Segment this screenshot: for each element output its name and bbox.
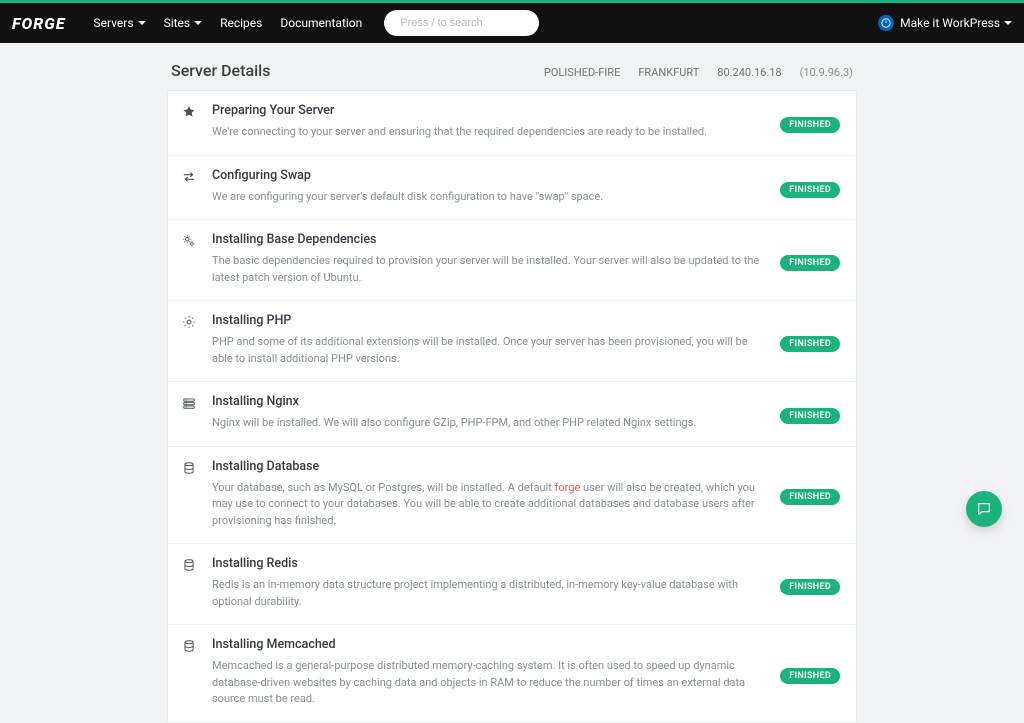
nav-documentation-label: Documentation [280, 16, 362, 30]
step-description: PHP and some of its additional extension… [212, 334, 770, 367]
provisioning-step: Installing Nginx Nginx will be installed.… [168, 381, 856, 446]
page-header: Server Details POLISHED-FIRE FRANKFURT 8… [167, 61, 857, 90]
step-description: Redis is an in-memory data structure pro… [212, 577, 770, 610]
step-title: Installing Nginx [212, 394, 770, 409]
status-badge: FINISHED [780, 408, 840, 424]
step-description: We are configuring your server's default… [212, 189, 770, 206]
step-status: FINISHED [780, 403, 840, 422]
step-title: Configuring Swap [212, 168, 770, 183]
search-input[interactable] [400, 17, 542, 29]
step-status: FINISHED [780, 112, 840, 131]
provisioning-step: Preparing Your Server We're connecting to… [168, 91, 856, 155]
step-status: FINISHED [780, 484, 840, 503]
nav-servers[interactable]: Servers [94, 16, 146, 30]
nav-recipes[interactable]: Recipes [220, 16, 262, 30]
status-badge: FINISHED [780, 668, 840, 684]
brand-logo[interactable]: FORGE [12, 14, 66, 33]
user-menu[interactable]: Make it WorkPress [878, 15, 1012, 31]
nav-documentation[interactable]: Documentation [280, 16, 362, 30]
step-body: Installing Database Your database, such a… [212, 459, 780, 530]
step-description: Memcached is a general-purpose distribut… [212, 658, 770, 708]
user-menu-label: Make it WorkPress [900, 16, 1000, 30]
step-description: We're connecting to your server and ensu… [212, 124, 770, 141]
provisioning-step: Installing Database Your database, such a… [168, 446, 856, 544]
provisioning-step: Installing Base Dependencies The basic de… [168, 219, 856, 300]
nav-servers-label: Servers [94, 16, 134, 30]
database-icon [182, 637, 212, 657]
topbar: FORGE Servers Sites Recipes Documentatio… [0, 0, 1024, 43]
step-status: FINISHED [780, 663, 840, 682]
status-badge: FINISHED [780, 579, 840, 595]
provisioning-step: Installing Memcached Memcached is a gener… [168, 624, 856, 722]
step-body: Installing Nginx Nginx will be installed.… [212, 394, 780, 432]
server-private-ip: (10.9.96.3) [800, 66, 853, 79]
server-region: FRANKFURT [638, 66, 699, 79]
provisioning-steps: Preparing Your Server We're connecting to… [167, 90, 857, 723]
step-body: Configuring Swap We are configuring your … [212, 168, 780, 206]
provisioning-step: Installing PHP PHP and some of its additi… [168, 300, 856, 381]
database-icon [182, 556, 212, 576]
step-description: Your database, such as MySQL or Postgres… [212, 480, 770, 530]
chevron-down-icon [138, 21, 146, 25]
database-icon [182, 459, 212, 479]
nav-sites-label: Sites [164, 16, 191, 30]
gear-icon [182, 313, 212, 333]
step-title: Installing PHP [212, 313, 770, 328]
status-badge: FINISHED [780, 182, 840, 198]
chat-icon [976, 501, 992, 517]
server-ip: 80.240.16.18 [717, 66, 781, 79]
step-body: Installing Redis Redis is an in-memory da… [212, 556, 780, 610]
help-fab[interactable] [966, 491, 1002, 527]
status-badge: FINISHED [780, 255, 840, 271]
step-title: Preparing Your Server [212, 103, 770, 118]
step-description: Nginx will be installed. We will also co… [212, 415, 770, 432]
step-status: FINISHED [780, 331, 840, 350]
page-title: Server Details [171, 61, 270, 80]
status-badge: FINISHED [780, 336, 840, 352]
step-title: Installing Memcached [212, 637, 770, 652]
step-body: Installing Base Dependencies The basic de… [212, 232, 780, 286]
step-body: Preparing Your Server We're connecting to… [212, 103, 780, 141]
status-badge: FINISHED [780, 489, 840, 505]
step-status: FINISHED [780, 177, 840, 196]
step-body: Installing Memcached Memcached is a gener… [212, 637, 780, 708]
star-icon [182, 103, 212, 123]
provisioning-step: Configuring Swap We are configuring your … [168, 155, 856, 220]
server-name: POLISHED-FIRE [544, 66, 620, 79]
search-box[interactable] [384, 10, 539, 36]
step-title: Installing Redis [212, 556, 770, 571]
avatar [878, 15, 894, 31]
server-icon [182, 394, 212, 414]
chevron-down-icon [1004, 21, 1012, 25]
cogs-icon [182, 232, 212, 252]
nav-sites[interactable]: Sites [164, 16, 203, 30]
step-status: FINISHED [780, 250, 840, 269]
primary-nav: Servers Sites Recipes Documentation [94, 16, 363, 30]
step-title: Installing Base Dependencies [212, 232, 770, 247]
status-badge: FINISHED [780, 117, 840, 133]
step-description: The basic dependencies required to provi… [212, 253, 770, 286]
step-title: Installing Database [212, 459, 770, 474]
swap-icon [182, 168, 212, 188]
step-body: Installing PHP PHP and some of its additi… [212, 313, 780, 367]
nav-recipes-label: Recipes [220, 16, 262, 30]
chevron-down-icon [194, 21, 202, 25]
provisioning-step: Installing Redis Redis is an in-memory da… [168, 543, 856, 624]
step-status: FINISHED [780, 574, 840, 593]
